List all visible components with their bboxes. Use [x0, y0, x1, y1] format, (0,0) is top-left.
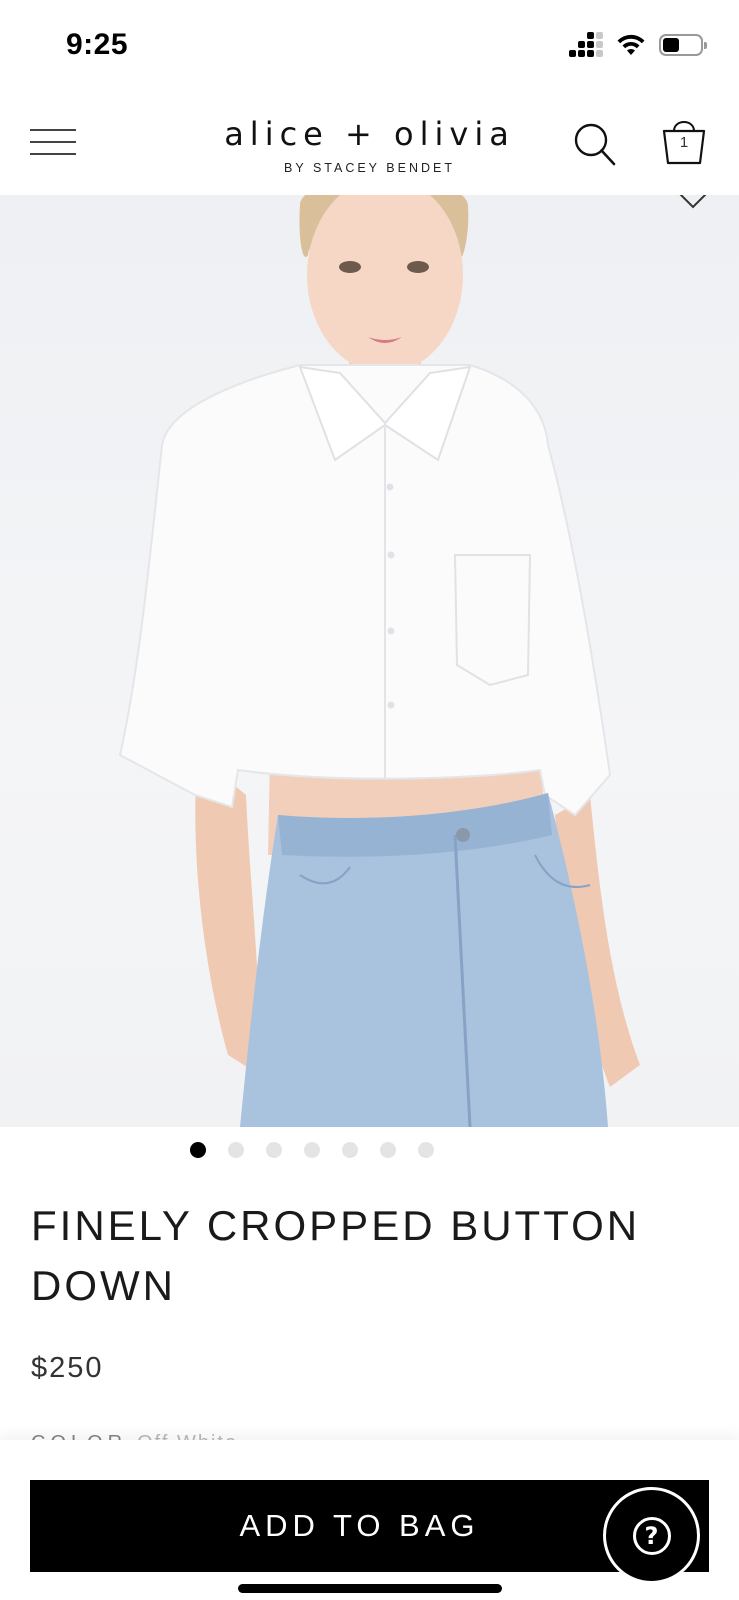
site-header: alice + olivia BY STACEY BENDET 1 — [0, 95, 739, 195]
carousel-dot-4[interactable] — [303, 1142, 320, 1158]
status-time: 9:25 — [66, 28, 129, 61]
status-icons — [569, 32, 707, 57]
carousel-dot-5[interactable] — [341, 1142, 358, 1158]
battery-icon — [659, 33, 707, 56]
bag-button[interactable]: 1 — [660, 115, 708, 167]
logo-sub-text: BY STACEY BENDET — [284, 161, 455, 175]
product-price: $250 — [31, 1352, 104, 1384]
battery-level — [663, 37, 680, 52]
product-image[interactable] — [0, 195, 739, 1127]
heart-icon[interactable] — [677, 195, 709, 211]
brand-logo[interactable]: alice + olivia BY STACEY BENDET — [0, 115, 739, 175]
cellular-signal-icon — [569, 32, 603, 57]
product-photo — [118, 195, 640, 1127]
status-bar: 9:25 — [0, 0, 739, 95]
carousel-dots — [0, 1142, 739, 1158]
logo-main-text: alice + olivia — [224, 115, 515, 153]
search-icon[interactable] — [573, 122, 617, 166]
bag-count: 1 — [679, 134, 689, 151]
carousel-dot-1[interactable] — [189, 1142, 206, 1158]
help-chat-button[interactable]: ? — [603, 1487, 700, 1584]
carousel-dot-2[interactable] — [227, 1142, 244, 1158]
carousel-dot-7[interactable] — [417, 1142, 434, 1158]
carousel-dot-3[interactable] — [265, 1142, 282, 1158]
wifi-icon — [617, 34, 645, 55]
bottom-action-bar: ADD TO BAG ? — [0, 1440, 739, 1600]
carousel-dot-6[interactable] — [379, 1142, 396, 1158]
product-title: FINELY CROPPED BUTTON DOWN — [31, 1202, 641, 1309]
home-indicator[interactable] — [238, 1584, 502, 1593]
help-icon: ? — [632, 1516, 671, 1555]
